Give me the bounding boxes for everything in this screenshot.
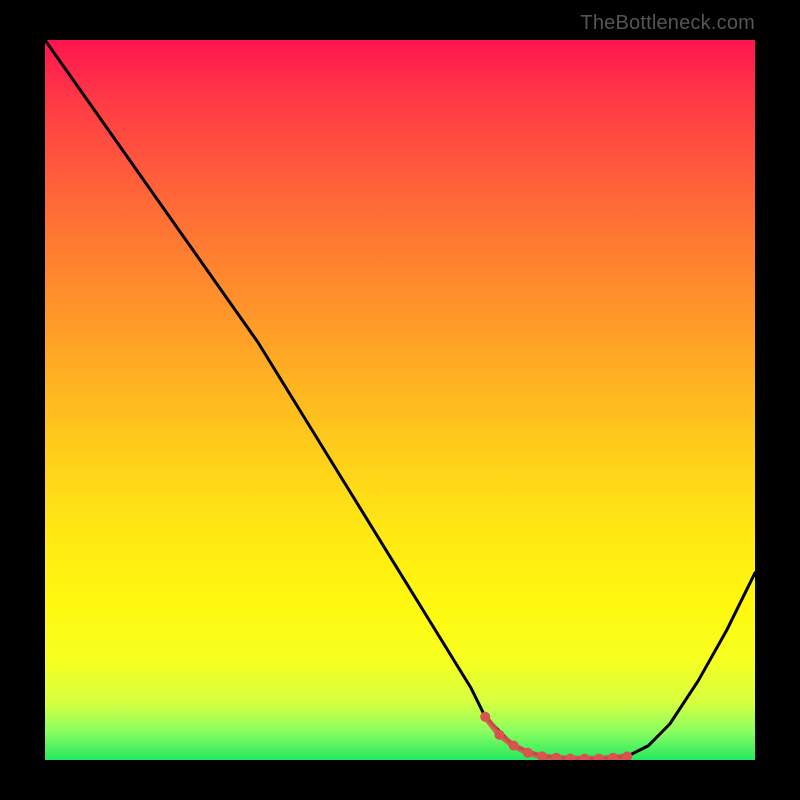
plot-area [45, 40, 755, 760]
lines-group [45, 40, 755, 760]
watermark-text: TheBottleneck.com [580, 12, 755, 35]
highlight-curve [485, 717, 627, 759]
main-curve [45, 40, 755, 759]
chart-frame: TheBottleneck.com [0, 0, 800, 800]
chart-svg [45, 40, 755, 760]
